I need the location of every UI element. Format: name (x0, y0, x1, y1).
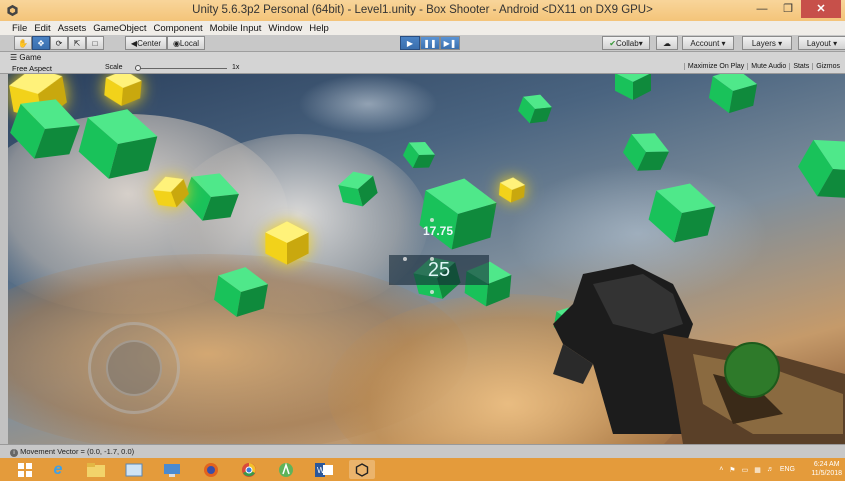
scale-slider-track[interactable] (135, 68, 227, 69)
menu-help[interactable]: Help (309, 23, 329, 34)
cube-target[interactable] (412, 168, 505, 261)
layers-dropdown[interactable]: Layers ▾ (742, 36, 792, 50)
account-dropdown[interactable]: Account ▾ (682, 36, 734, 50)
pivot-center-button[interactable]: ◀ Center (125, 36, 167, 50)
scale-label: Scale (105, 64, 123, 71)
menu-mobile-input[interactable]: Mobile Input (210, 23, 262, 34)
window-title: Unity 5.6.3p2 Personal (64bit) - Level1.… (192, 4, 653, 16)
taskbar-clock[interactable]: 6:24 AM 11/5/2018 (811, 460, 842, 478)
game-tab[interactable]: ☰ Game (10, 53, 41, 62)
display-icon[interactable]: ▦ (754, 466, 761, 474)
pivot-label: Center (137, 38, 162, 48)
cube-target[interactable] (785, 121, 845, 217)
space-label: Local (179, 38, 200, 48)
info-icon: i (10, 449, 18, 457)
cube-target[interactable] (613, 74, 653, 102)
close-button[interactable]: ✕ (801, 0, 841, 18)
unity-taskbar-icon[interactable] (349, 460, 375, 479)
maximize-on-play-toggle[interactable]: Maximize On Play (683, 63, 747, 70)
crosshair-dot (430, 290, 434, 294)
system-tray: ˄ ⚑ ▭ ▦ ♬ ENG (719, 460, 795, 479)
cloud (298, 74, 438, 134)
android-studio-icon[interactable] (273, 460, 299, 479)
menu-gameobject[interactable]: GameObject (93, 23, 146, 34)
hand-tool-icon[interactable]: ✋ (14, 36, 32, 50)
clock-date: 11/5/2018 (811, 470, 842, 477)
menu-bar: File Edit Assets GameObject Component Mo… (0, 21, 845, 35)
game-viewport[interactable]: 17.75 25 (8, 74, 845, 444)
language-indicator[interactable]: ENG (780, 466, 795, 473)
account-label: Account (690, 38, 720, 48)
crosshair-dot (430, 218, 434, 222)
layout-label: Layout (806, 38, 831, 48)
fire-button[interactable] (724, 342, 780, 398)
menu-file[interactable]: File (12, 23, 27, 34)
rect-tool-icon[interactable]: □ (86, 36, 104, 50)
status-message: Movement Vector = (0.0, -1.7, 0.0) (20, 447, 135, 456)
restore-button[interactable]: ❐ (775, 0, 801, 18)
console-status-bar[interactable]: i Movement Vector = (0.0, -1.7, 0.0) (0, 444, 845, 458)
screen: Unity 5.6.3p2 Personal (64bit) - Level1.… (0, 0, 845, 481)
word-icon[interactable]: W (311, 460, 337, 479)
scale-value: 1x (232, 64, 240, 71)
gun-model (553, 264, 845, 444)
taskbar: e W ˄ ⚑ ▭ ▦ ♬ ENG 6:24 AM 11/5/2018 (0, 458, 845, 481)
windows-start-icon[interactable] (12, 460, 38, 479)
game-view-header: ☰ Game Free Aspect Scale 1x Maximize On … (0, 52, 845, 74)
mute-audio-toggle[interactable]: Mute Audio (747, 63, 789, 70)
collab-label: Collab (616, 38, 639, 48)
cube-target[interactable] (497, 175, 527, 205)
file-explorer-icon[interactable] (83, 460, 109, 479)
menu-component[interactable]: Component (154, 23, 203, 34)
pause-button[interactable]: ❚❚ (420, 36, 440, 50)
firefox-icon[interactable] (198, 460, 224, 479)
flag-icon[interactable]: ⚑ (729, 466, 735, 474)
timer-text: 17.75 (423, 224, 454, 238)
chevron-up-icon[interactable]: ˄ (719, 466, 723, 473)
svg-text:W: W (317, 466, 325, 475)
cube-target[interactable] (263, 219, 311, 267)
cube-target[interactable] (704, 74, 762, 120)
cube-target[interactable] (513, 87, 557, 131)
network-icon[interactable]: ▭ (742, 466, 749, 474)
stats-toggle[interactable]: Stats (789, 63, 812, 70)
menu-window[interactable]: Window (268, 23, 302, 34)
gizmos-dropdown[interactable]: Gizmos (812, 63, 843, 70)
cloud-icon[interactable]: ☁ (656, 36, 678, 50)
menu-assets[interactable]: Assets (58, 23, 87, 34)
layers-label: Layers (751, 38, 776, 48)
layout-dropdown[interactable]: Layout ▾ (798, 36, 845, 50)
crosshair-dot (403, 257, 407, 261)
pivot-space-button[interactable]: ◉ Local (167, 36, 205, 50)
scale-tool-icon[interactable]: ⇱ (68, 36, 86, 50)
aspect-dropdown[interactable]: Free Aspect (12, 64, 52, 73)
rotate-tool-icon[interactable]: ⟳ (50, 36, 68, 50)
control-panel-icon[interactable] (121, 460, 147, 479)
crosshair-dot (430, 257, 434, 261)
move-tool-icon[interactable]: ✥ (32, 36, 50, 50)
toolbar: ✋ ✥ ⟳ ⇱ □ ◀ Center ◉ Local ▶ ❚❚ ▶❚ ✔ Collab… (0, 35, 845, 52)
game-tab-label: Game (19, 53, 42, 62)
play-button[interactable]: ▶ (400, 36, 420, 50)
joystick-thumb[interactable] (106, 340, 162, 396)
remote-desktop-icon[interactable] (159, 460, 185, 479)
volume-icon[interactable]: ♬ (767, 466, 774, 473)
minimize-button[interactable]: — (749, 0, 775, 18)
cube-target[interactable] (209, 260, 274, 325)
clock-time: 6:24 AM (813, 461, 840, 468)
title-bar: Unity 5.6.3p2 Personal (64bit) - Level1.… (0, 0, 845, 21)
collab-dropdown[interactable]: ✔ Collab ▾ (602, 36, 650, 50)
chrome-icon[interactable] (236, 460, 262, 479)
internet-explorer-icon[interactable]: e (45, 460, 71, 479)
scale-slider-handle[interactable] (135, 65, 141, 71)
step-button[interactable]: ▶❚ (440, 36, 460, 50)
menu-edit[interactable]: Edit (34, 23, 50, 34)
